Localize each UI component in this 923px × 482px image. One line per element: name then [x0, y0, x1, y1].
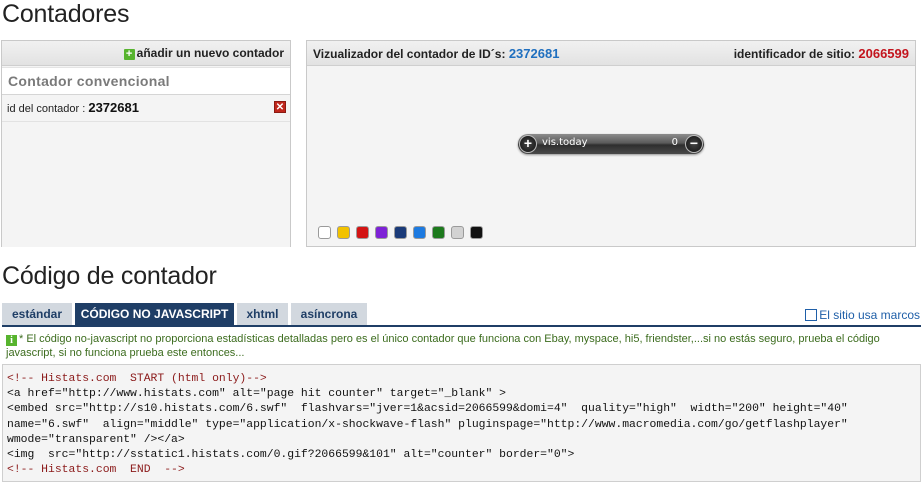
info-note: i * El código no-javascript no proporcion… — [6, 332, 916, 360]
add-counter-button[interactable]: + añadir un nuevo contador — [123, 46, 284, 60]
color-swatch[interactable] — [413, 226, 426, 239]
color-swatch[interactable] — [432, 226, 445, 239]
frames-label: El sitio usa marcos — [819, 308, 920, 322]
counter-id-value: 2372681 — [88, 100, 139, 115]
viewer-header: Vizualizador del contador de ID´s: 23726… — [307, 41, 915, 66]
counters-panel: + añadir un nuevo contador Contador conve… — [1, 40, 291, 247]
code-line: <img src="http://sstatic1.histats.com/0.… — [7, 449, 575, 462]
color-swatch[interactable] — [318, 226, 331, 239]
counter-row[interactable]: id del contador : 2372681 ✕ — [2, 95, 290, 122]
page-title: Contadores — [2, 0, 130, 28]
counter-id-label: id del contador : — [7, 103, 89, 115]
site-id-value: 2066599 — [858, 46, 909, 61]
section-title-conventional: Contador convencional — [2, 67, 290, 95]
widget-label: vis.today — [542, 137, 588, 148]
widget-plus-icon[interactable]: + — [519, 135, 537, 153]
color-swatch[interactable] — [394, 226, 407, 239]
frames-checkbox[interactable] — [805, 309, 818, 321]
tab-standard[interactable]: estándar — [2, 303, 72, 325]
code-line: wmode="transparent" /></a> — [7, 433, 185, 446]
site-id-block: identificador de sitio: 2066599 — [734, 41, 909, 67]
tab-xhtml[interactable]: xhtml — [237, 303, 288, 325]
add-counter-label: añadir un nuevo contador — [136, 46, 284, 60]
code-line: <embed src="http://s10.histats.com/6.swf… — [7, 403, 848, 416]
counter-widget-preview: + vis.today 0 − — [518, 134, 704, 154]
tab-async[interactable]: asíncrona — [291, 303, 367, 325]
frames-toggle[interactable]: El sitio usa marcos — [805, 308, 920, 322]
color-swatch[interactable] — [470, 226, 483, 239]
color-swatch[interactable] — [451, 226, 464, 239]
widget-value: 0 — [671, 137, 678, 148]
site-id-label: identificador de sitio: — [733, 47, 859, 61]
code-line: name="6.swf" align="middle" type="applic… — [7, 418, 848, 431]
info-icon: i — [6, 335, 17, 346]
counters-list: Contador convencional id del contador : … — [2, 67, 290, 247]
code-line: <!-- Histats.com END --> — [7, 464, 185, 477]
viewer-label: Vizualizador del contador de ID´s: — [313, 47, 509, 61]
color-swatch[interactable] — [375, 226, 388, 239]
counter-viewer-panel: Vizualizador del contador de ID´s: 23726… — [306, 40, 916, 247]
plus-icon: + — [123, 49, 135, 60]
delete-icon[interactable]: ✕ — [274, 101, 286, 113]
color-swatch[interactable] — [356, 226, 369, 239]
code-section-title: Código de contador — [2, 262, 217, 290]
widget-minus-icon[interactable]: − — [685, 135, 703, 153]
viewer-id: 2372681 — [508, 46, 560, 61]
counters-panel-header: + añadir un nuevo contador — [2, 41, 290, 66]
tabs-underline — [2, 325, 921, 327]
code-line: <a href="http://www.histats.com" alt="pa… — [7, 388, 506, 401]
tab-no-javascript[interactable]: CÓDIGO NO JAVASCRIPT — [75, 303, 234, 325]
color-swatch[interactable] — [337, 226, 350, 239]
code-line: <!-- Histats.com START (html only)--> — [7, 373, 267, 385]
code-snippet-box[interactable]: <!-- Histats.com START (html only)--> <a … — [2, 364, 921, 482]
info-text: * El código no-javascript no proporciona… — [6, 333, 880, 359]
